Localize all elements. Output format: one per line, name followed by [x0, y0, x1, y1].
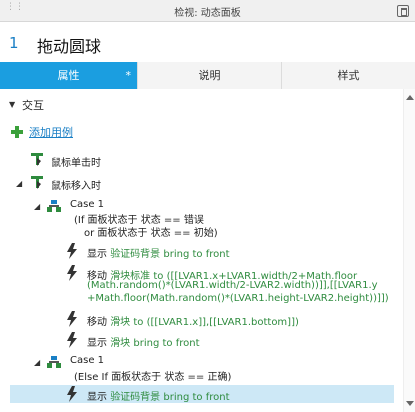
- tab-notes[interactable]: 说明: [138, 62, 282, 89]
- tab-properties[interactable]: 属性 *: [0, 62, 138, 89]
- interactions-panel: ▼ 交互 添加用例 鼠标单击时 ◢ 鼠标移入时 ◢ Case 1 (If 面板状…: [0, 89, 403, 412]
- tab-properties-label: 属性: [57, 69, 80, 82]
- event-label[interactable]: 鼠标移入时: [51, 177, 101, 192]
- action-row[interactable]: 移动 滑块 to ([[LVAR1.x]],[[LVAR1.bottom]]): [87, 313, 299, 328]
- case-icon: [47, 356, 61, 368]
- action-detail: bring to front: [133, 338, 200, 349]
- case-title[interactable]: Case 1: [70, 199, 104, 210]
- tab-notes-label: 说明: [198, 69, 221, 82]
- widget-name[interactable]: 拖动圆球: [37, 33, 101, 57]
- vertical-scrollbar[interactable]: [403, 89, 415, 412]
- action-detail: bring to front: [163, 249, 230, 260]
- case-icon: [47, 200, 61, 212]
- widget-header: 1 拖动圆球: [0, 22, 415, 62]
- action-verb: 显示: [87, 338, 107, 349]
- section-title: 交互: [22, 99, 44, 112]
- action-bolt-icon: [66, 386, 78, 402]
- action-verb: 移动: [87, 317, 107, 328]
- action-detail-continued: +Math.floor(Math.random()*(LVAR1.height-…: [87, 293, 389, 304]
- case-condition: (Else If 面板状态于 状态 == 正确): [74, 372, 232, 383]
- action-bolt-icon: [66, 332, 78, 348]
- action-verb: 显示: [87, 249, 107, 260]
- expand-caret-icon[interactable]: ◢: [34, 202, 40, 211]
- expand-caret-icon[interactable]: ◢: [34, 358, 40, 367]
- case-title[interactable]: Case 1: [70, 355, 104, 366]
- modified-marker: *: [125, 69, 132, 82]
- action-row[interactable]: 显示 滑块 bring to front: [87, 334, 199, 349]
- title-bar: ⋮⋮ 检视: 动态面板: [0, 0, 415, 22]
- collapse-caret-icon[interactable]: ▼: [9, 100, 15, 109]
- action-target: 验证码背景: [110, 392, 161, 403]
- window-title: 检视: 动态面板: [174, 8, 241, 19]
- action-detail: bring to front: [163, 392, 230, 403]
- action-detail-continued: (Math.random()*(LVAR1.width/2-LVAR2.widt…: [87, 280, 378, 291]
- scroll-down-icon[interactable]: [406, 401, 414, 406]
- tab-style-label: 样式: [337, 69, 360, 82]
- action-bolt-icon: [66, 265, 78, 281]
- action-target: 滑块: [110, 338, 131, 349]
- event-icon: [31, 176, 45, 190]
- action-detail: to ([[LVAR1.x]],[[LVAR1.bottom]]): [133, 317, 299, 328]
- add-icon[interactable]: [11, 126, 23, 138]
- action-target: 验证码背景: [110, 249, 161, 260]
- action-verb: 显示: [87, 392, 107, 403]
- action-bolt-icon: [66, 243, 78, 259]
- tab-bar: 属性 * 说明 样式: [0, 62, 415, 89]
- scroll-up-icon[interactable]: [406, 95, 414, 100]
- action-row[interactable]: 显示 验证码背景 bring to front: [87, 245, 229, 260]
- action-row-selected[interactable]: 显示 验证码背景 bring to front: [87, 388, 229, 403]
- action-target: 滑块: [110, 317, 131, 328]
- event-label[interactable]: 鼠标单击时: [51, 154, 101, 169]
- case-condition: or 面板状态于 状态 == 初始): [84, 228, 218, 239]
- add-case-link[interactable]: 添加用例: [29, 124, 73, 140]
- pin-icon[interactable]: [397, 5, 409, 17]
- expand-caret-icon[interactable]: ◢: [16, 179, 22, 188]
- page-number: 1: [9, 34, 19, 52]
- action-bolt-icon: [66, 311, 78, 327]
- tab-style[interactable]: 样式: [282, 62, 415, 89]
- event-icon: [31, 153, 45, 167]
